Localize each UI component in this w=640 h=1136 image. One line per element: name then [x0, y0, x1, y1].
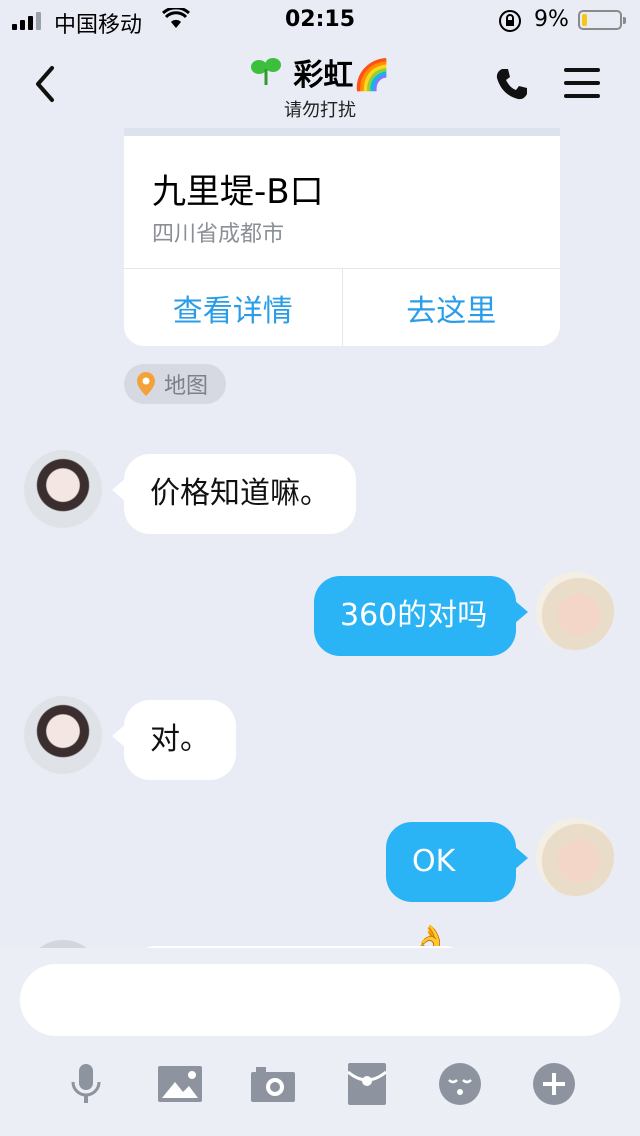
chat-status-subtitle: 请勿打扰: [284, 100, 356, 121]
rotation-lock-icon: [499, 10, 521, 32]
microphone-icon[interactable]: [58, 1056, 114, 1112]
message-text: OK👌: [412, 844, 456, 948]
user-avatar[interactable]: [536, 818, 614, 896]
phone-icon[interactable]: [494, 66, 530, 102]
sprout-icon: [251, 58, 282, 85]
chat-area[interactable]: 九里堤-B口 四川省成都市 查看详情 去这里 地图 价格知道嘛。 360的对吗 …: [0, 128, 640, 948]
map-preview[interactable]: [124, 128, 560, 136]
emoji-icon[interactable]: [432, 1056, 488, 1112]
image-icon[interactable]: [152, 1056, 208, 1112]
message-text: 价格知道嘛。: [150, 476, 330, 511]
message-text: 360的对吗: [340, 598, 488, 633]
navigate-here-button[interactable]: 去这里: [341, 269, 561, 346]
message-bubble-incoming[interactable]: 对。: [112, 700, 236, 780]
message-bubble-outgoing[interactable]: 360的对吗: [314, 576, 528, 656]
location-card[interactable]: 九里堤-B口 四川省成都市 查看详情 去这里: [124, 128, 560, 346]
view-details-button[interactable]: 查看详情: [124, 269, 342, 346]
message-text: 对。: [150, 722, 210, 757]
menu-icon[interactable]: [564, 68, 600, 107]
red-packet-icon[interactable]: [339, 1056, 395, 1112]
location-pin-icon: [137, 372, 155, 396]
contact-avatar[interactable]: [24, 450, 102, 528]
camera-icon[interactable]: [245, 1056, 301, 1112]
location-address: 四川省成都市: [152, 222, 285, 247]
status-bar: 中国移动 02:15 9%: [0, 0, 640, 40]
chat-title-area[interactable]: 彩虹🌈 请勿打扰: [0, 50, 640, 122]
input-toolbar: [0, 1056, 640, 1116]
contact-avatar[interactable]: [24, 940, 102, 948]
map-tag-label: 地图: [164, 374, 209, 399]
contact-avatar[interactable]: [24, 696, 102, 774]
plus-icon[interactable]: [526, 1056, 582, 1112]
message-bubble-incoming[interactable]: 价格知道嘛。: [112, 454, 356, 534]
location-name: 九里堤-B口: [152, 172, 324, 212]
message-input[interactable]: [20, 964, 620, 1036]
chat-header: 彩虹🌈 请勿打扰: [0, 40, 640, 128]
map-source-tag[interactable]: 地图: [124, 364, 227, 404]
message-bubble-outgoing[interactable]: OK👌: [386, 822, 528, 948]
battery-icon: [578, 10, 626, 30]
user-avatar[interactable]: [536, 572, 614, 650]
chat-title: 彩虹🌈: [293, 58, 391, 93]
input-area: [0, 948, 640, 1136]
battery-percentage: 9%: [534, 7, 569, 32]
